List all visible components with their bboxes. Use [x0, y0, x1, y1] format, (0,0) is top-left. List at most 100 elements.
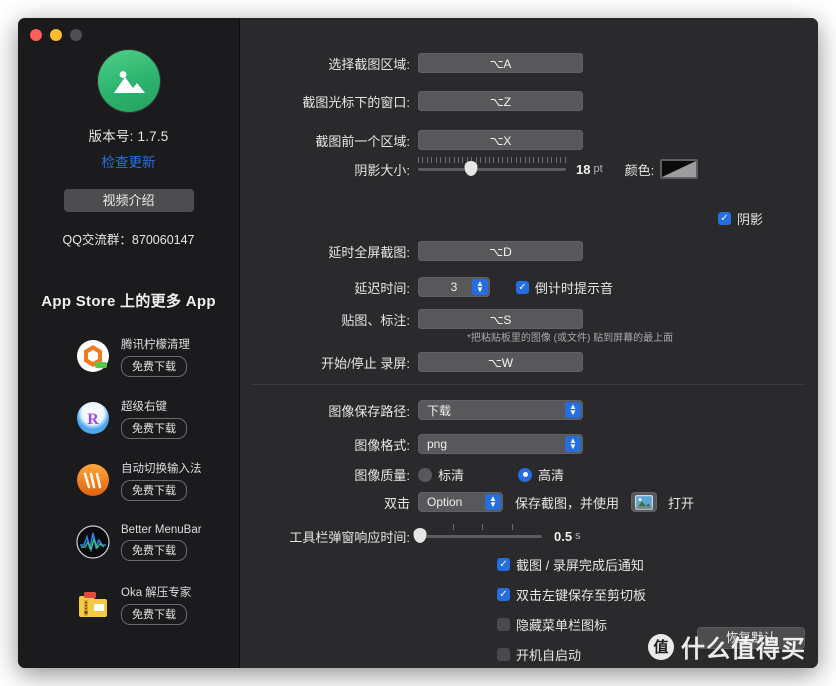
toolbar-popup-delay-unit: s — [575, 530, 581, 542]
capture-window-shortcut-field[interactable]: ⌥Z — [418, 91, 583, 111]
list-item-label: Oka 解压专家 — [121, 586, 192, 599]
toolbar-popup-delay-label: 工具栏弹窗响应时间: — [289, 529, 410, 545]
sticker-annotate-label: 贴图、标注: — [341, 312, 410, 328]
checkbox-box: ✓ — [497, 588, 510, 601]
image-quality-radio-standard[interactable]: 标清 — [418, 465, 464, 484]
restore-defaults-button[interactable]: 恢复默认 — [697, 627, 805, 649]
checkbox-box — [497, 618, 510, 631]
list-item[interactable]: Better MenuBar 免费下载 — [18, 511, 239, 573]
slider-thumb[interactable] — [413, 528, 427, 543]
super-rightclick-icon: R — [76, 401, 110, 435]
setting-capture-previous: 截图前一个区域: ⌥X — [240, 130, 583, 150]
slider-ticks — [418, 157, 566, 164]
checkbox-box — [497, 648, 510, 661]
checkbox-box: ✓ — [497, 558, 510, 571]
toolbar-popup-delay-slider[interactable] — [413, 524, 542, 546]
setting-record-toggle: 开始/停止 录屏: ⌥W — [240, 352, 583, 372]
video-intro-button[interactable]: 视频介绍 — [63, 189, 194, 212]
chevron-up-down-icon: ▲ ▼ — [565, 436, 581, 452]
setting-capture-area: 选择截图区域: ⌥A — [240, 53, 583, 73]
list-item-label: 自动切换输入法 — [121, 462, 202, 475]
list-item[interactable]: R 超级右键 免费下载 — [18, 387, 239, 449]
close-button[interactable] — [30, 29, 42, 41]
window-controls — [30, 29, 82, 41]
setting-double-click: 双击 Option ▲ ▼ 保存截图，并使用 打开 — [240, 492, 694, 512]
free-download-button[interactable]: 免费下载 — [121, 417, 187, 439]
watermark-badge-icon: 值 — [648, 633, 674, 660]
delay-time-select[interactable]: 3 ▲ ▼ — [418, 277, 490, 297]
shadow-checkbox[interactable]: ✓ 阴影 — [718, 209, 763, 228]
shadow-size-unit: pt — [593, 163, 603, 175]
minimize-button[interactable] — [50, 29, 62, 41]
image-format-label: 图像格式: — [354, 437, 410, 453]
more-apps-list: 腾讯柠檬清理 免费下载 R 超级右键 免费下载 自动切换输入法 免费下载 Bet… — [18, 325, 239, 635]
slider-track — [418, 168, 566, 171]
countdown-sound-checkbox[interactable]: ✓ 倒计时提示音 — [516, 278, 613, 297]
slider-track — [418, 535, 542, 538]
shadow-checkbox-label: 阴影 — [737, 212, 764, 227]
shadow-size-value: 18 — [576, 161, 591, 177]
free-download-button[interactable]: 免费下载 — [121, 355, 187, 377]
checkbox-row-capture-options: ✓ 阴影 ✓ 圆角 ✓ 提示音 — [718, 209, 818, 228]
toolbar-popup-delay-value: 0.5 — [554, 528, 573, 544]
app-window: 版本号: 1.7.5 检查更新 视频介绍 QQ交流群：870060147 App… — [18, 18, 818, 668]
section-divider — [252, 384, 806, 385]
setting-delayed-fullscreen: 延时全屏截图: ⌥D — [240, 241, 583, 261]
save-path-select[interactable]: 下载 ▲ ▼ — [418, 400, 583, 420]
chevron-up-down-icon: ▲ ▼ — [485, 494, 501, 510]
hide-menubar-checkbox-label: 隐藏菜单栏图标 — [516, 618, 608, 633]
capture-area-shortcut-field[interactable]: ⌥A — [418, 53, 583, 73]
better-menubar-icon — [76, 525, 110, 559]
slider-ticks — [418, 524, 542, 531]
oka-unarchiver-icon — [76, 587, 110, 621]
image-quality-label: 图像质量: — [354, 468, 410, 483]
setting-delay-time: 延迟时间: 3 ▲ ▼ ✓ 倒计时提示音 — [240, 277, 613, 297]
list-item[interactable]: 自动切换输入法 免费下载 — [18, 449, 239, 511]
setting-sticker-annotate: 贴图、标注: ⌥S — [240, 309, 583, 329]
free-download-button[interactable]: 免费下载 — [121, 539, 187, 561]
sidebar: 版本号: 1.7.5 检查更新 视频介绍 QQ交流群：870060147 App… — [18, 18, 240, 668]
chevron-up-down-icon: ▲ ▼ — [565, 402, 581, 418]
setting-toolbar-popup-delay: 工具栏弹窗响应时间: 0.5 s — [240, 524, 581, 546]
list-item-label: 腾讯柠檬清理 — [121, 338, 190, 351]
hide-menubar-checkbox[interactable]: 隐藏菜单栏图标 — [497, 615, 607, 634]
free-download-button[interactable]: 免费下载 — [121, 603, 187, 625]
dblclick-clipboard-checkbox-label: 双击左键保存至剪切板 — [516, 588, 647, 603]
slider-thumb[interactable] — [464, 161, 478, 176]
launch-at-login-checkbox-label: 开机自启动 — [516, 648, 582, 663]
list-item-label: 超级右键 — [121, 400, 167, 413]
double-click-open-label: 打开 — [668, 495, 695, 511]
delay-time-value: 3 — [450, 280, 458, 294]
shadow-color-well[interactable] — [660, 159, 699, 179]
shadow-size-slider[interactable] — [418, 157, 566, 179]
notify-checkbox[interactable]: ✓ 截图 / 录屏完成后通知 — [497, 555, 644, 574]
double-click-modifier-select[interactable]: Option ▲ ▼ — [418, 492, 503, 512]
list-item[interactable]: 腾讯柠檬清理 免费下载 — [18, 325, 239, 387]
setting-shadow-size: 阴影大小: 18 pt 颜色: — [240, 157, 699, 179]
capture-previous-shortcut-field[interactable]: ⌥X — [418, 130, 583, 150]
check-update-link[interactable]: 检查更新 — [18, 151, 239, 171]
sticker-hint: *把粘贴板里的图像 (或文件) 贴到屏幕的最上面 — [467, 333, 674, 344]
auto-input-switch-icon — [76, 463, 110, 497]
delayed-fullscreen-shortcut-field[interactable]: ⌥D — [418, 241, 583, 261]
dblclick-clipboard-checkbox[interactable]: ✓ 双击左键保存至剪切板 — [497, 585, 646, 604]
image-quality-radio-hd[interactable]: 高清 — [518, 465, 564, 484]
setting-capture-window: 截图光标下的窗口: ⌥Z — [240, 91, 583, 111]
save-path-value: 下载 — [427, 403, 452, 418]
free-download-button[interactable]: 免费下载 — [121, 479, 187, 501]
sticker-annotate-shortcut-field[interactable]: ⌥S — [418, 309, 583, 329]
image-format-select[interactable]: png ▲ ▼ — [418, 434, 583, 454]
double-click-modifier-value: Option — [427, 495, 463, 509]
preview-app-icon[interactable] — [631, 492, 658, 512]
image-quality-hd-label: 高清 — [538, 468, 565, 483]
list-item[interactable]: Oka 解压专家 免费下载 — [18, 573, 239, 635]
app-logo-container — [18, 50, 239, 112]
countdown-sound-checkbox-label: 倒计时提示音 — [535, 280, 614, 296]
record-toggle-shortcut-field[interactable]: ⌥W — [418, 352, 583, 372]
double-click-mid-text: 保存截图，并使用 — [515, 495, 620, 511]
checkbox-box: ✓ — [516, 280, 529, 294]
setting-image-format: 图像格式: png ▲ ▼ — [240, 434, 583, 454]
setting-save-path: 图像保存路径: 下载 ▲ ▼ — [240, 400, 583, 420]
launch-at-login-checkbox[interactable]: 开机自启动 — [497, 645, 581, 664]
record-toggle-label: 开始/停止 录屏: — [321, 355, 410, 371]
